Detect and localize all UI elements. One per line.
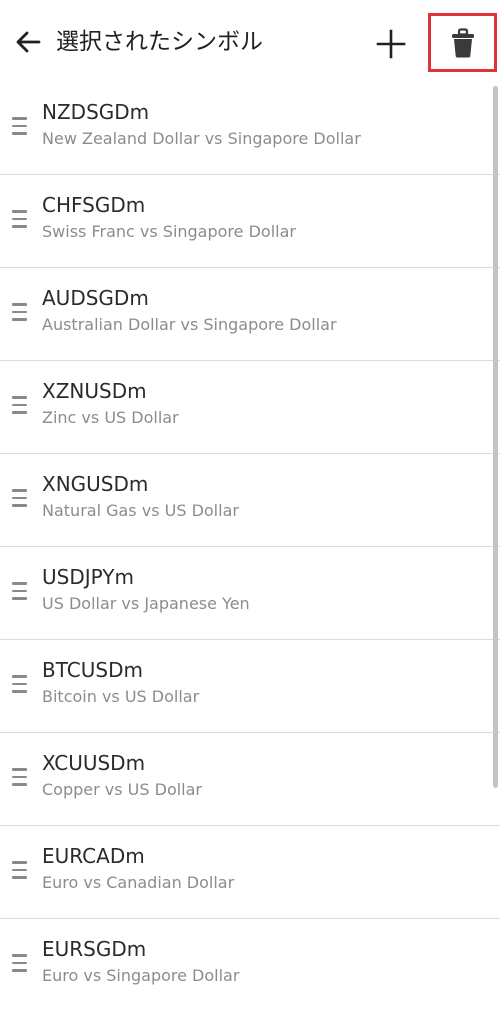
plus-icon (376, 29, 406, 59)
arrow-left-icon (16, 31, 41, 53)
delete-button[interactable] (428, 13, 497, 72)
symbol-name: USDJPYm (42, 565, 134, 589)
symbol-name: BTCUSDm (42, 658, 143, 682)
symbol-list-item[interactable]: EURCADm Euro vs Canadian Dollar (0, 826, 500, 919)
selected-symbols-screen: 選択されたシンボル NZDSGDm New Zealand Dollar vs … (0, 0, 500, 1010)
symbol-name: XZNUSDm (42, 379, 147, 403)
symbol-description: Natural Gas vs US Dollar (42, 501, 239, 520)
symbol-list-item[interactable]: CHFSGDm Swiss Franc vs Singapore Dollar (0, 175, 500, 268)
drag-handle-icon[interactable] (12, 303, 28, 321)
trash-icon (451, 27, 474, 57)
symbol-description: Euro vs Canadian Dollar (42, 873, 235, 892)
drag-handle-icon[interactable] (12, 210, 28, 228)
symbol-name: AUDSGDm (42, 286, 149, 310)
drag-handle-icon[interactable] (12, 768, 28, 786)
symbol-list-item[interactable]: NZDSGDm New Zealand Dollar vs Singapore … (0, 82, 500, 175)
drag-handle-icon[interactable] (12, 675, 28, 693)
drag-handle-icon[interactable] (12, 489, 28, 507)
symbol-name: XCUUSDm (42, 751, 146, 775)
add-symbol-button[interactable] (371, 24, 411, 64)
symbol-description: US Dollar vs Japanese Yen (42, 594, 250, 613)
symbol-name: NZDSGDm (42, 100, 150, 124)
symbol-list-item[interactable]: USDJPYm US Dollar vs Japanese Yen (0, 547, 500, 640)
symbol-description: Bitcoin vs US Dollar (42, 687, 200, 706)
symbol-list-item[interactable]: EURSGDm Euro vs Singapore Dollar (0, 919, 500, 1010)
back-button[interactable] (8, 22, 48, 62)
symbol-description: Zinc vs US Dollar (42, 408, 179, 427)
symbol-name: EURCADm (42, 844, 145, 868)
scrollbar[interactable] (493, 86, 498, 788)
drag-handle-icon[interactable] (12, 582, 28, 600)
symbol-description: Swiss Franc vs Singapore Dollar (42, 222, 296, 241)
drag-handle-icon[interactable] (12, 117, 28, 135)
symbol-list-item[interactable]: XCUUSDm Copper vs US Dollar (0, 733, 500, 826)
drag-handle-icon[interactable] (12, 396, 28, 414)
symbol-list-item[interactable]: AUDSGDm Australian Dollar vs Singapore D… (0, 268, 500, 361)
symbol-description: Copper vs US Dollar (42, 780, 203, 799)
symbol-name: XNGUSDm (42, 472, 149, 496)
drag-handle-icon[interactable] (12, 954, 28, 972)
symbol-description: Australian Dollar vs Singapore Dollar (42, 315, 337, 334)
symbol-description: Euro vs Singapore Dollar (42, 966, 240, 985)
symbol-name: CHFSGDm (42, 193, 146, 217)
symbol-list[interactable]: NZDSGDm New Zealand Dollar vs Singapore … (0, 82, 500, 1010)
drag-handle-icon[interactable] (12, 861, 28, 879)
page-title: 選択されたシンボル (56, 29, 263, 55)
top-app-bar: 選択されたシンボル (0, 0, 500, 86)
symbol-list-item[interactable]: BTCUSDm Bitcoin vs US Dollar (0, 640, 500, 733)
symbol-list-item[interactable]: XZNUSDm Zinc vs US Dollar (0, 361, 500, 454)
symbol-description: New Zealand Dollar vs Singapore Dollar (42, 129, 361, 148)
symbol-name: EURSGDm (42, 937, 147, 961)
symbol-list-item[interactable]: XNGUSDm Natural Gas vs US Dollar (0, 454, 500, 547)
